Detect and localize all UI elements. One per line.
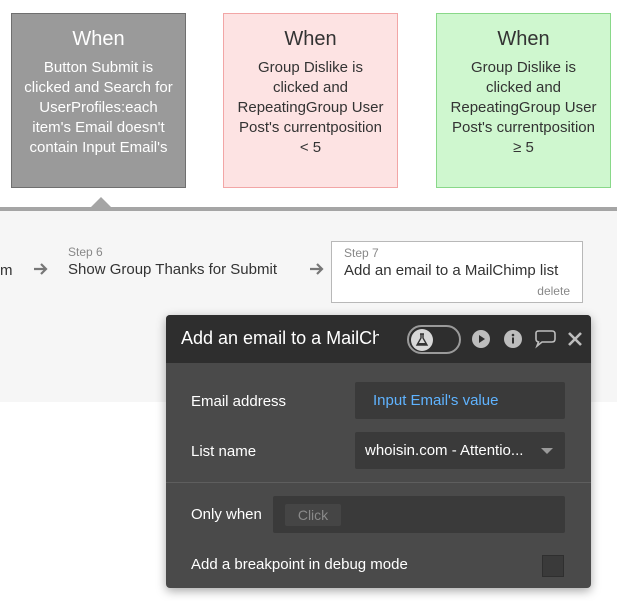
step-title: Add an email to a MailChimp list — [344, 262, 559, 279]
only-when-label: Only when — [191, 506, 262, 523]
play-icon[interactable] — [471, 329, 491, 349]
event-card-submit[interactable]: When Button Submit is clicked and Search… — [11, 13, 186, 188]
step-number: Step 7 — [344, 246, 379, 260]
email-address-field[interactable]: Input Email's value — [355, 382, 565, 419]
breakpoint-checkbox[interactable] — [542, 555, 564, 577]
step-6[interactable]: Step 6 Show Group Thanks for Submit — [68, 245, 277, 280]
event-description: Group Dislike is clicked and RepeatingGr… — [237, 59, 384, 156]
selected-event-pointer — [91, 197, 111, 207]
list-name-label: List name — [191, 443, 257, 460]
debug-flask-icon — [411, 329, 433, 351]
info-icon[interactable] — [503, 329, 523, 349]
list-name-value: whoisin.com - Attentio... — [365, 442, 524, 459]
close-icon[interactable] — [566, 329, 584, 349]
comment-icon[interactable] — [533, 329, 557, 349]
arrow-right-icon — [34, 263, 48, 275]
step-7[interactable]: Step 7 Add an email to a MailChimp list … — [331, 241, 583, 303]
list-name-dropdown[interactable]: whoisin.com - Attentio... — [355, 432, 565, 469]
event-description: Button Submit is clicked and Search for … — [24, 59, 173, 156]
event-card-dislike-less[interactable]: When Group Dislike is clicked and Repeat… — [223, 13, 398, 188]
chevron-down-icon — [541, 448, 553, 454]
step-number: Step 6 — [68, 245, 103, 259]
only-when-condition-field[interactable]: Click — [273, 496, 565, 533]
condition-placeholder: Click — [285, 504, 341, 526]
arrow-right-icon — [310, 263, 324, 275]
workflow-editor: When Button Submit is clicked and Search… — [0, 0, 617, 601]
panel-title: Add an email to a MailChimp list — [181, 328, 379, 348]
event-card-dislike-greater[interactable]: When Group Dislike is clicked and Repeat… — [436, 13, 611, 188]
action-property-editor: Add an email to a MailChimp list — [166, 315, 591, 588]
event-description: Group Dislike is clicked and RepeatingGr… — [450, 59, 597, 156]
event-when-label: When — [497, 28, 550, 50]
delete-step-link[interactable]: delete — [537, 284, 570, 298]
event-when-label: When — [284, 28, 337, 50]
breakpoint-label: Add a breakpoint in debug mode — [191, 556, 408, 573]
previous-step-title[interactable]: m — [0, 262, 13, 279]
divider — [166, 482, 591, 483]
event-when-label: When — [72, 28, 125, 50]
email-address-label: Email address — [191, 393, 287, 410]
debug-toggle[interactable] — [407, 325, 461, 354]
step-title: Show Group Thanks for Submit — [68, 261, 277, 278]
panel-header: Add an email to a MailChimp list — [166, 315, 591, 363]
